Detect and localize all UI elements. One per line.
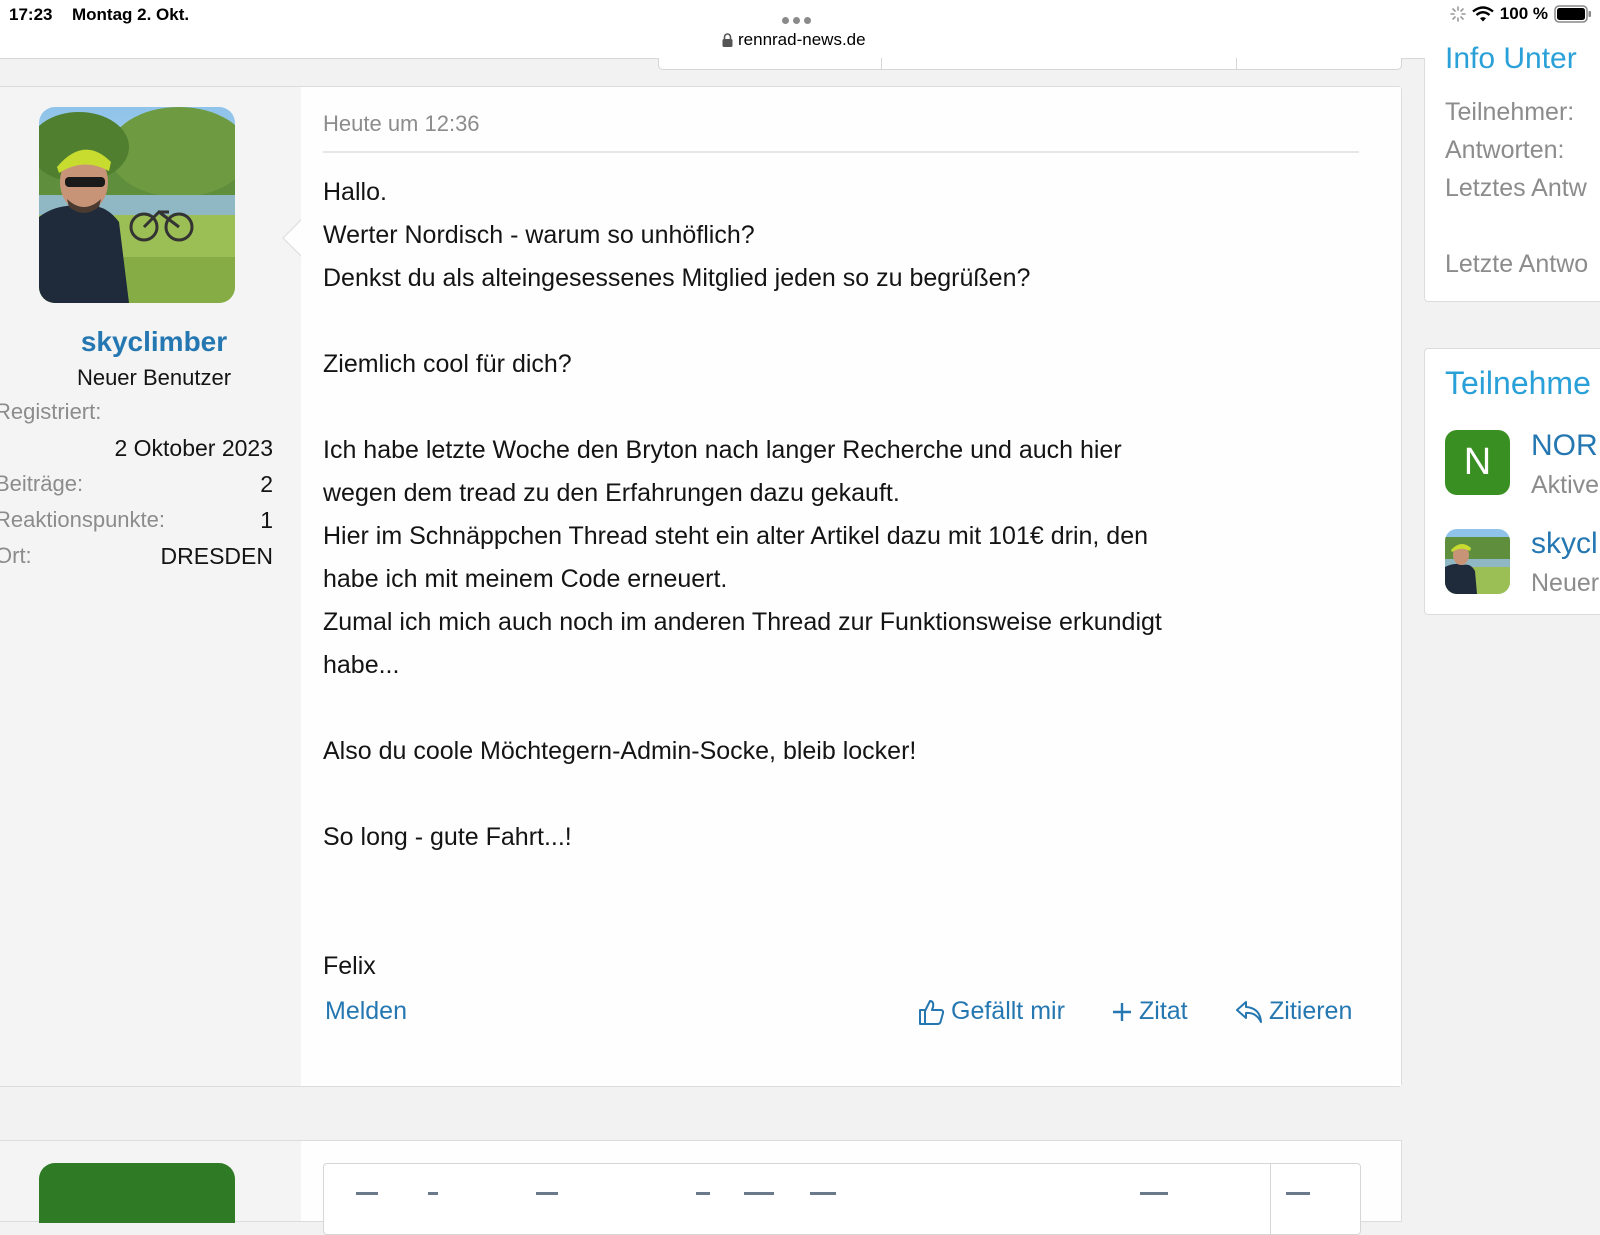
post-body-line: Werter Nordisch - warum so unhöflich? <box>323 221 755 249</box>
multitasking-dots-icon[interactable] <box>782 11 818 24</box>
participant-name[interactable]: skycl <box>1531 527 1598 561</box>
participants-label: Teilnehmer: <box>1445 98 1575 126</box>
posts-value: 2 <box>260 471 273 497</box>
last-reply-by-label: Letzte Antwo <box>1445 250 1589 278</box>
registered-label: Registriert: <box>0 399 102 424</box>
post-body-line: Denkst du als alteingesessenes Mitglied … <box>323 264 1031 292</box>
post-body-line: habe... <box>323 651 400 679</box>
forum-post: skyclimber Neuer Benutzer Registriert: 2… <box>0 86 1402 1087</box>
post-body-line: Ziemlich cool für dich? <box>323 350 572 378</box>
post-content-panel: Heute um 12:36 Hallo. Werter Nordisch - w… <box>301 87 1401 1086</box>
thread-toolbar-fragment <box>658 58 1402 70</box>
last-reply-label: Letztes Antw <box>1445 174 1587 202</box>
status-bar: 17:23 Montag 2. Okt. rennrad-news.de 100… <box>0 0 1600 59</box>
status-icons: 100 % <box>1449 4 1592 24</box>
post-body: Hallo. Werter Nordisch - warum so unhöfli… <box>323 171 1373 988</box>
add-quote-button[interactable]: Zitat <box>1111 997 1188 1026</box>
location-label: Ort: <box>0 543 32 568</box>
reactions-value: 1 <box>260 507 273 533</box>
battery-percent: 100 % <box>1499 4 1548 23</box>
post-actions: Melden Gefällt mir Zitat Zitieren <box>323 997 1361 1037</box>
participant-avatar[interactable]: N <box>1445 430 1510 495</box>
replies-label: Antworten: <box>1445 136 1565 164</box>
registered-value: 2 Oktober 2023 <box>114 435 273 461</box>
reply-icon <box>1236 1000 1262 1023</box>
status-date: Montag 2. Okt. <box>72 5 190 24</box>
participant-avatar[interactable] <box>1445 529 1510 594</box>
url-text: rennrad-news.de <box>738 30 866 49</box>
participant-title: Neuer <box>1531 569 1600 597</box>
reply-avatar <box>39 1163 235 1223</box>
reactions-label: Reaktionspunkte: <box>0 507 165 532</box>
post-body-line <box>323 687 1373 730</box>
post-body-line: Hier im Schnäppchen Thread steht ein alt… <box>323 522 1148 550</box>
post-body-line <box>323 859 1373 902</box>
thumbs-up-icon <box>919 999 945 1025</box>
post-body-line: Also du coole Möchtegern-Admin-Socke, bl… <box>323 737 917 765</box>
post-body-line <box>323 386 1373 429</box>
reply-quote-button[interactable]: Zitieren <box>1235 997 1352 1026</box>
post-body-line: Hallo. <box>323 178 387 206</box>
avatar-photo-image <box>1445 529 1510 594</box>
post-body-line: habe ich mit meinem Code erneuert. <box>323 565 728 593</box>
thread-info-panel: Info Unter Teilnehmer: Antworten: Letzte… <box>1424 42 1600 302</box>
lock-icon <box>722 33 733 47</box>
user-avatar[interactable] <box>39 107 235 303</box>
participant-title: Aktive <box>1531 471 1600 499</box>
post-body-line <box>323 902 1373 945</box>
post-date-link[interactable]: Heute um 12:36 <box>323 111 480 137</box>
posts-label: Beiträge: <box>0 471 84 496</box>
participants-panel: Teilnehme N NORI Aktive skycl Neuer <box>1424 348 1600 615</box>
address-bar[interactable]: rennrad-news.de <box>722 30 866 50</box>
status-time: 17:23 <box>9 5 53 24</box>
avatar-photo-image <box>39 107 235 303</box>
like-button[interactable]: Gefällt mir <box>917 997 1065 1026</box>
location-value: DRESDEN <box>160 543 273 569</box>
post-user-panel: skyclimber Neuer Benutzer Registriert: 2… <box>0 87 302 1086</box>
participants-title: Teilnehme <box>1445 365 1591 401</box>
post-body-line: Felix <box>323 952 376 980</box>
username-link[interactable]: skyclimber <box>13 326 295 358</box>
participant-name[interactable]: NORI <box>1531 429 1600 463</box>
post-body-line: Ich habe letzte Woche den Bryton nach la… <box>323 436 1122 464</box>
quick-reply <box>0 1140 1402 1235</box>
report-link[interactable]: Melden <box>325 997 407 1026</box>
post-body-line <box>323 300 1373 343</box>
loading-spinner-icon <box>1449 6 1466 22</box>
plus-icon <box>1113 1002 1131 1021</box>
post-body-line <box>323 773 1373 816</box>
battery-icon <box>1554 5 1591 23</box>
thread-info-title: Info Unter <box>1445 42 1577 75</box>
post-body-line: wegen dem tread zu den Erfahrungen dazu … <box>323 479 900 507</box>
post-body-line: Zumal ich mich auch noch im anderen Thre… <box>323 608 1162 636</box>
post-arrow <box>284 220 302 256</box>
post-body-line: So long - gute Fahrt...! <box>323 823 572 851</box>
divider <box>323 151 1359 153</box>
wifi-icon <box>1472 6 1494 22</box>
user-title: Neuer Benutzer <box>76 365 232 390</box>
editor-toolbar[interactable] <box>323 1163 1361 1235</box>
